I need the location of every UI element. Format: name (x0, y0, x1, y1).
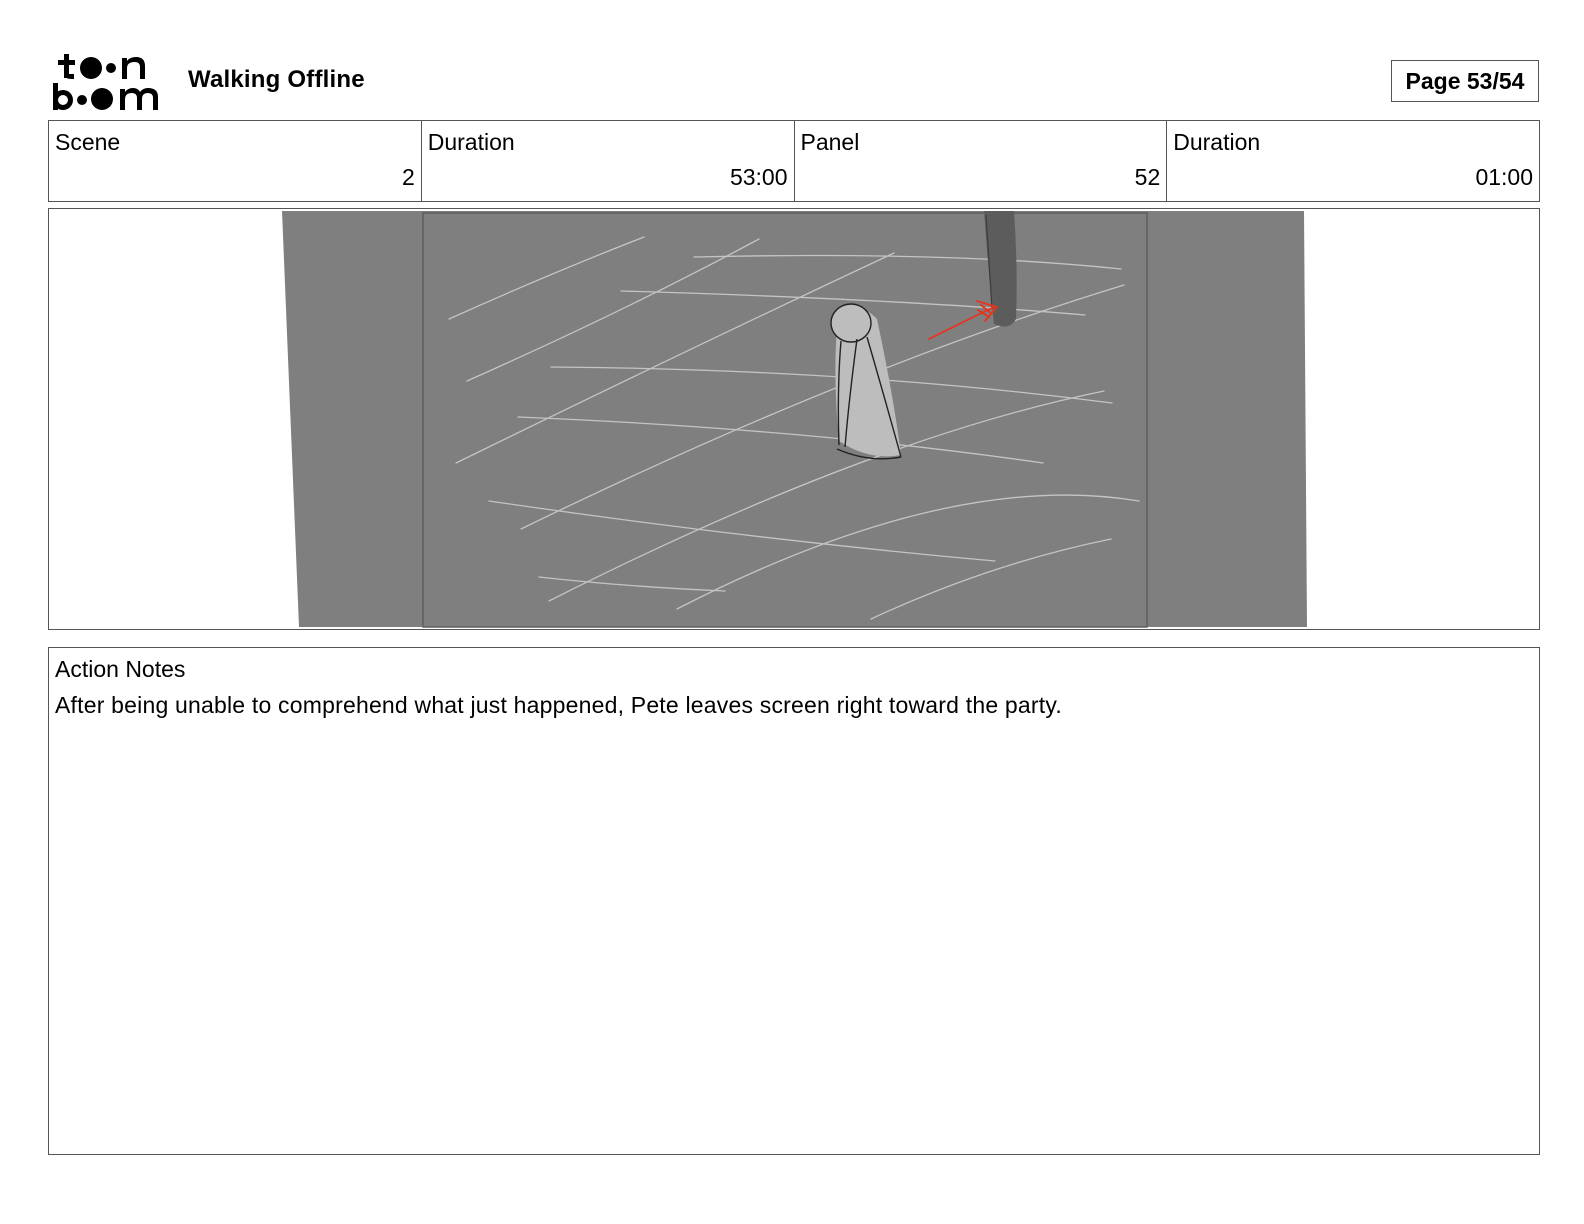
panel-duration-value: 01:00 (1475, 164, 1533, 190)
panel-label: Panel (800, 129, 860, 155)
scene-value: 2 (401, 164, 415, 190)
storyboard-panel-frame (48, 208, 1540, 630)
page-indicator: Page 53/54 (1391, 60, 1539, 102)
scene-duration-cell: Duration 53:00 (422, 121, 795, 201)
panel-value: 52 (1134, 164, 1161, 190)
toon-boom-logo (50, 50, 166, 114)
scene-label: Scene (55, 129, 121, 155)
panel-cell: Panel 52 (795, 121, 1168, 201)
panel-duration-label: Duration (1173, 129, 1261, 155)
project-title: Walking Offline (188, 66, 365, 93)
action-notes-box: Action Notes After being unable to compr… (48, 647, 1540, 1155)
action-notes-text: After being unable to comprehend what ju… (55, 692, 1062, 718)
storyboard-panel-sketch (282, 211, 1307, 628)
scene-duration-value: 53:00 (729, 164, 788, 190)
action-notes-label: Action Notes (55, 656, 186, 682)
scene-duration-label: Duration (427, 129, 515, 155)
panel-duration-cell: Duration 01:00 (1167, 121, 1539, 201)
panel-background (282, 211, 1307, 627)
scene-info-table: Scene 2 Duration 53:00 Panel 52 Duration… (48, 120, 1540, 202)
scene-cell: Scene 2 (49, 121, 422, 201)
